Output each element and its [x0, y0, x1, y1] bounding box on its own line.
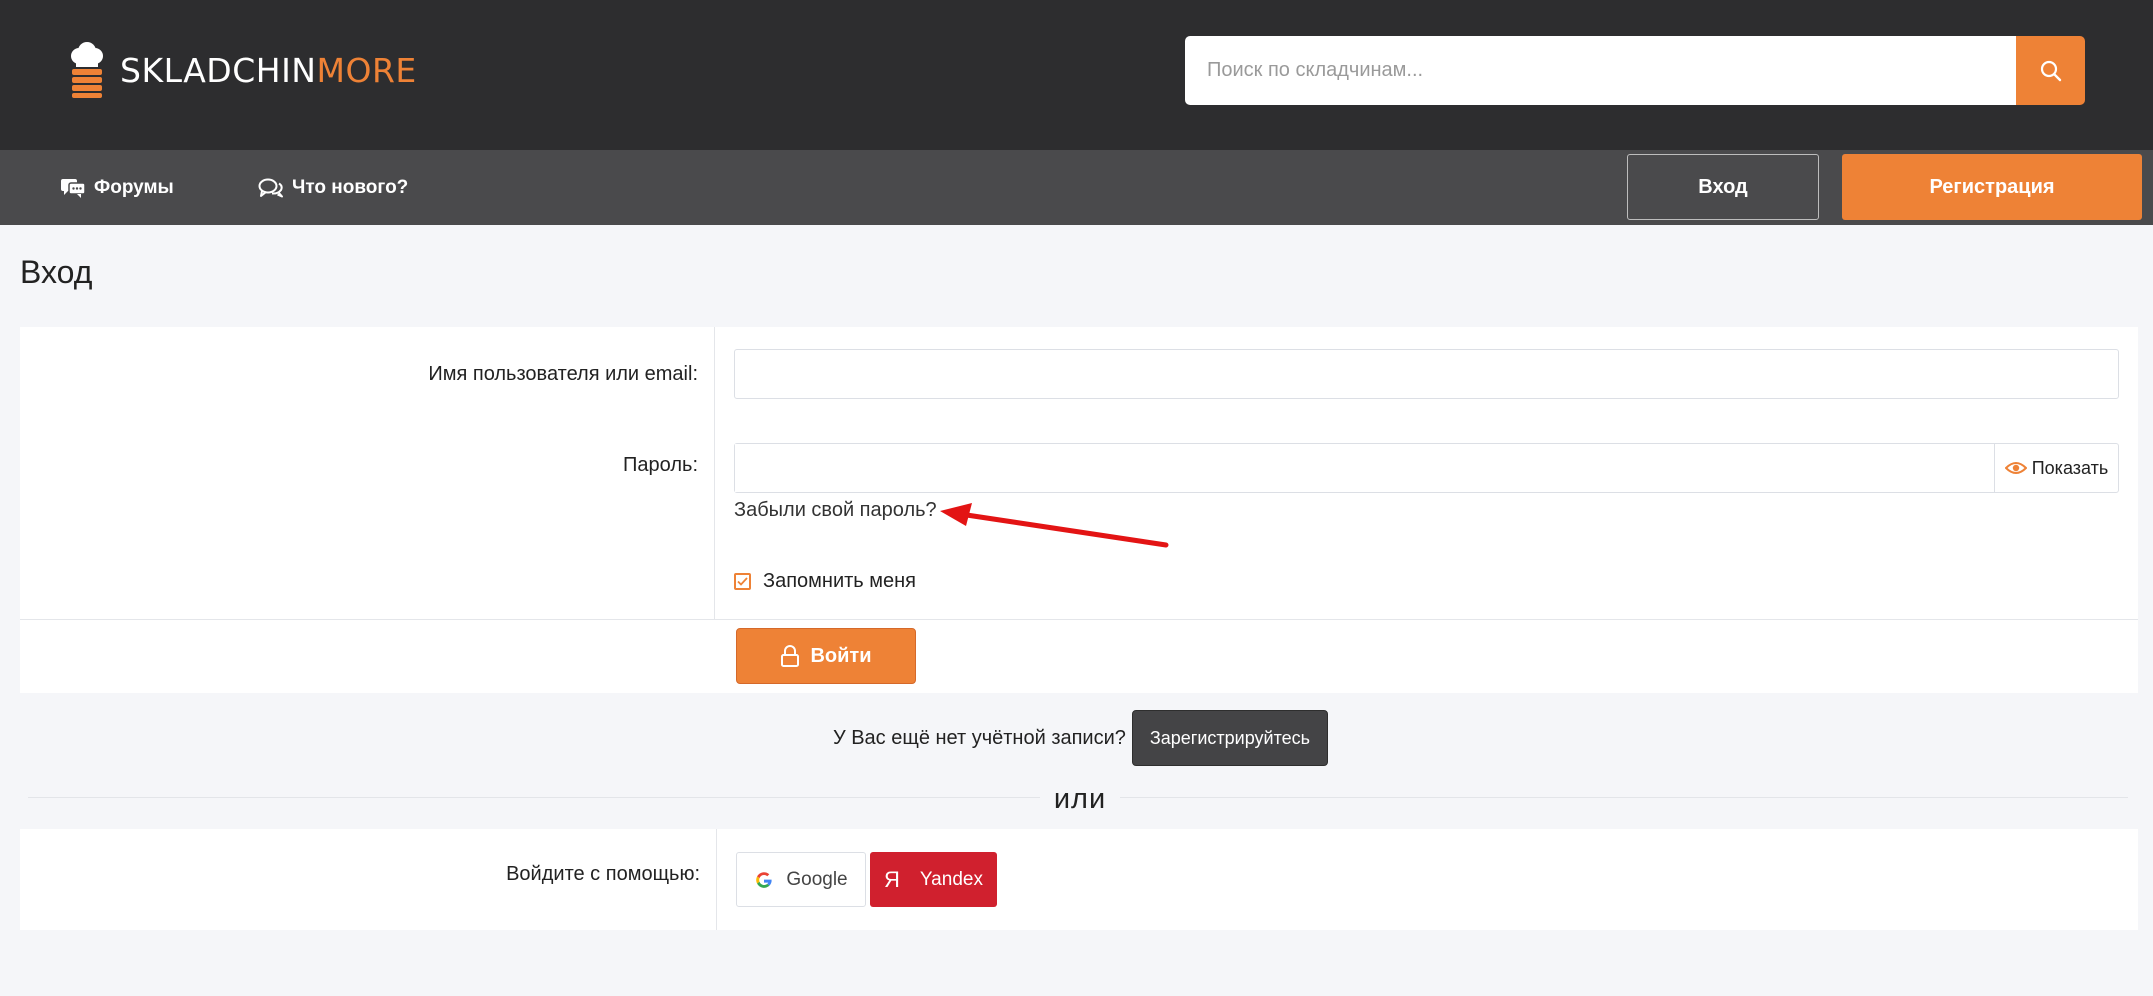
form-labels-column: Имя пользователя или email: Пароль:	[20, 327, 715, 619]
main-nav: Форумы Что нового? Вход Регистрация	[0, 150, 2153, 225]
password-label: Пароль:	[623, 454, 698, 476]
submit-row-field: Войти	[717, 620, 2138, 693]
logo-text: SKLADCHINMORE	[120, 51, 417, 90]
remember-me-checkbox[interactable]	[734, 573, 751, 590]
checkmark-icon	[737, 577, 748, 586]
site-logo[interactable]: SKLADCHINMORE	[68, 40, 417, 100]
social-login: Войдите с помощью: Google Я Yandex	[20, 829, 2138, 930]
google-login-label: Google	[786, 868, 848, 890]
google-icon	[756, 871, 772, 888]
form-fields-column: Показать Забыли свой пароль? Запомнить м…	[715, 327, 2138, 619]
show-password-button[interactable]: Показать	[1994, 444, 2118, 492]
password-field-group: Показать	[734, 443, 2119, 493]
password-field[interactable]	[735, 444, 1994, 492]
show-password-label: Показать	[2031, 457, 2109, 478]
form-fields-row: Имя пользователя или email: Пароль: Пока…	[20, 327, 2138, 619]
form-submit-row: Войти	[20, 619, 2138, 693]
username-field[interactable]	[734, 349, 2119, 399]
social-buttons: Google Я Yandex	[717, 829, 997, 930]
search-input[interactable]	[1185, 36, 2016, 105]
logo-text-accent: MORE	[316, 50, 417, 90]
lock-icon	[781, 645, 800, 667]
header-register-button[interactable]: Регистрация	[1842, 154, 2142, 220]
or-divider-text: или	[1040, 783, 1120, 816]
yandex-login-button[interactable]: Я Yandex	[870, 852, 997, 907]
page-title: Вход	[20, 254, 93, 290]
yandex-icon: Я	[884, 866, 900, 892]
chef-hat-stack-icon	[71, 42, 103, 98]
signup-prompt-text: У Вас ещё нет учётной записи?	[832, 726, 1126, 749]
header-login-button[interactable]: Вход	[1627, 154, 1819, 220]
eye-icon	[2004, 462, 2027, 474]
remember-me-control[interactable]: Запомнить меня	[734, 570, 2119, 593]
forgot-password-link[interactable]: Забыли свой пароль?	[734, 499, 937, 522]
username-label: Имя пользователя или email:	[428, 363, 698, 385]
forum-chat-icon	[61, 178, 86, 198]
login-submit-button[interactable]: Войти	[736, 628, 916, 684]
yandex-login-label: Yandex	[919, 868, 983, 890]
submit-row-spacer	[20, 620, 717, 693]
search-icon	[2040, 60, 2061, 81]
annotation-arrow	[940, 503, 1169, 548]
signup-prompt: У Вас ещё нет учётной записи? Зарегистри…	[0, 710, 2153, 766]
logo-text-primary: SKLADCHIN	[120, 50, 317, 90]
google-login-button[interactable]: Google	[736, 852, 866, 907]
nav-item-forums[interactable]: Форумы	[60, 150, 174, 225]
nav-label-forums: Форумы	[94, 176, 174, 198]
social-login-label: Войдите с помощью:	[20, 829, 717, 930]
signup-button[interactable]: Зарегистрируйтесь	[1131, 710, 1329, 766]
search-bar	[1185, 36, 2085, 105]
search-button[interactable]	[2016, 36, 2085, 105]
nav-item-whats-new[interactable]: Что нового?	[258, 150, 408, 225]
login-submit-label: Войти	[810, 644, 872, 667]
site-header: SKLADCHINMORE	[0, 0, 2153, 150]
nav-label-whats-new: Что нового?	[292, 176, 409, 198]
comments-icon	[258, 178, 283, 197]
remember-me-label: Запомнить меня	[763, 570, 917, 592]
